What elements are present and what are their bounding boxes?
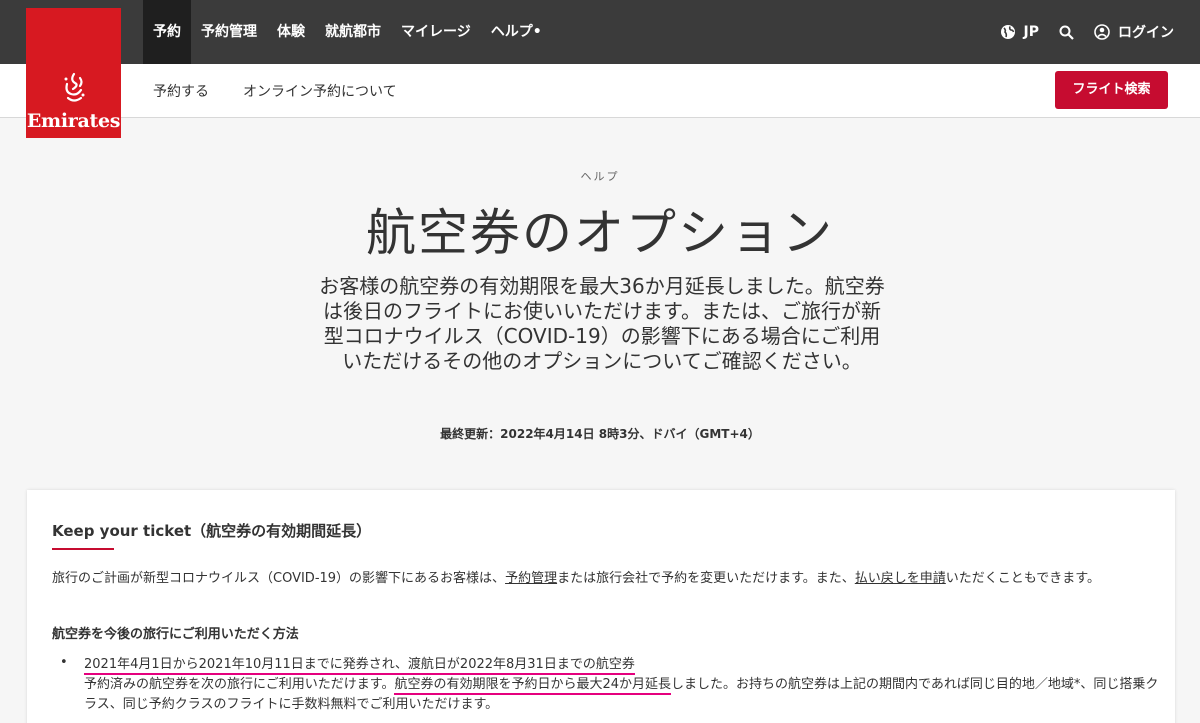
top-navigation-bar: 予約 予約管理 体験 就航都市 マイレージ ヘルプ• JP ログイン	[0, 0, 1200, 64]
intro-text-1: 旅行のご計画が新型コロナウイルス（COVID-19）の影響下にあるお客様は、	[52, 571, 506, 586]
brand-name: Emirates	[26, 110, 121, 132]
list-bullet: •	[60, 655, 68, 670]
subnav-link-book[interactable]: 予約する	[153, 81, 209, 101]
intro-text-3: いただくこともできます。	[945, 571, 1100, 586]
secondary-navigation-bar: 予約する オンライン予約について フライト検索	[0, 64, 1200, 118]
keep-ticket-card: Keep your ticket（航空券の有効期間延長） 旅行のご計画が新型コロ…	[27, 490, 1175, 723]
card-title: Keep your ticket（航空券の有効期間延長）	[52, 522, 372, 540]
intro-text-2: または旅行会社で予約を変更いただけます。また、	[557, 571, 855, 586]
globe-icon	[1000, 24, 1016, 40]
last-updated: 最終更新：2022年4月14日 8時3分、ドバイ（GMT+4）	[440, 427, 760, 441]
section-eyebrow: ヘルプ	[580, 170, 620, 183]
calligraphy-mark-icon	[59, 72, 89, 110]
nav-item-experience[interactable]: 体験	[267, 0, 315, 64]
highlighted-extension: 航空券の有効期限を予約日から最大24か月延長	[394, 677, 671, 695]
emirates-logo[interactable]: Emirates	[26, 8, 121, 138]
nav-item-manage-booking[interactable]: 予約管理	[191, 0, 267, 64]
page-header: ヘルプ 航空券のオプション お客様の航空券の有効期限を最大36か月延長しました。…	[0, 118, 1200, 490]
nav-item-help[interactable]: ヘルプ•	[481, 0, 552, 64]
primary-nav: 予約 予約管理 体験 就航都市 マイレージ ヘルプ•	[143, 0, 552, 64]
how-to-use-heading: 航空券を今後の旅行にご利用いただく方法	[52, 627, 299, 642]
login-label: ログイン	[1118, 25, 1174, 41]
search-button[interactable]	[1059, 25, 1074, 40]
region-selector[interactable]: JP	[1000, 24, 1039, 40]
list-item-title: 2021年4月1日から2021年10月11日までに発券され、渡航日が2022年8…	[84, 653, 635, 675]
region-label: JP	[1023, 24, 1039, 40]
login-button[interactable]: ログイン	[1094, 22, 1174, 42]
item-body-pre: 予約済みの航空券を次の旅行にご利用いただけます。	[84, 677, 395, 692]
manage-booking-link[interactable]: 予約管理	[505, 571, 557, 586]
nav-item-destinations[interactable]: 就航都市	[315, 0, 391, 64]
page-lead: お客様の航空券の有効期限を最大36か月延長しました。航空券は後日のフライトにお使…	[319, 274, 885, 373]
user-icon	[1094, 24, 1110, 40]
title-underline	[52, 548, 114, 550]
secondary-nav: 予約する オンライン予約について	[153, 64, 397, 118]
highlighted-condition: 2021年4月1日から2021年10月11日までに発券され、渡航日が2022年8…	[84, 657, 635, 675]
flight-search-button[interactable]: フライト検索	[1055, 71, 1168, 109]
search-icon	[1059, 25, 1074, 40]
list-item-body: 予約済みの航空券を次の旅行にご利用いただけます。航空券の有効期限を予約日から最大…	[84, 675, 1164, 715]
nav-item-booking[interactable]: 予約	[143, 0, 191, 64]
refund-request-link[interactable]: 払い戻しを申請	[855, 571, 946, 586]
utility-nav: JP ログイン	[1000, 0, 1174, 64]
page-title: 航空券のオプション	[366, 204, 834, 262]
nav-item-mileage[interactable]: マイレージ	[391, 0, 481, 64]
subnav-link-online-booking-info[interactable]: オンライン予約について	[243, 81, 397, 101]
intro-paragraph: 旅行のご計画が新型コロナウイルス（COVID-19）の影響下にあるお客様は、予約…	[52, 569, 1152, 588]
